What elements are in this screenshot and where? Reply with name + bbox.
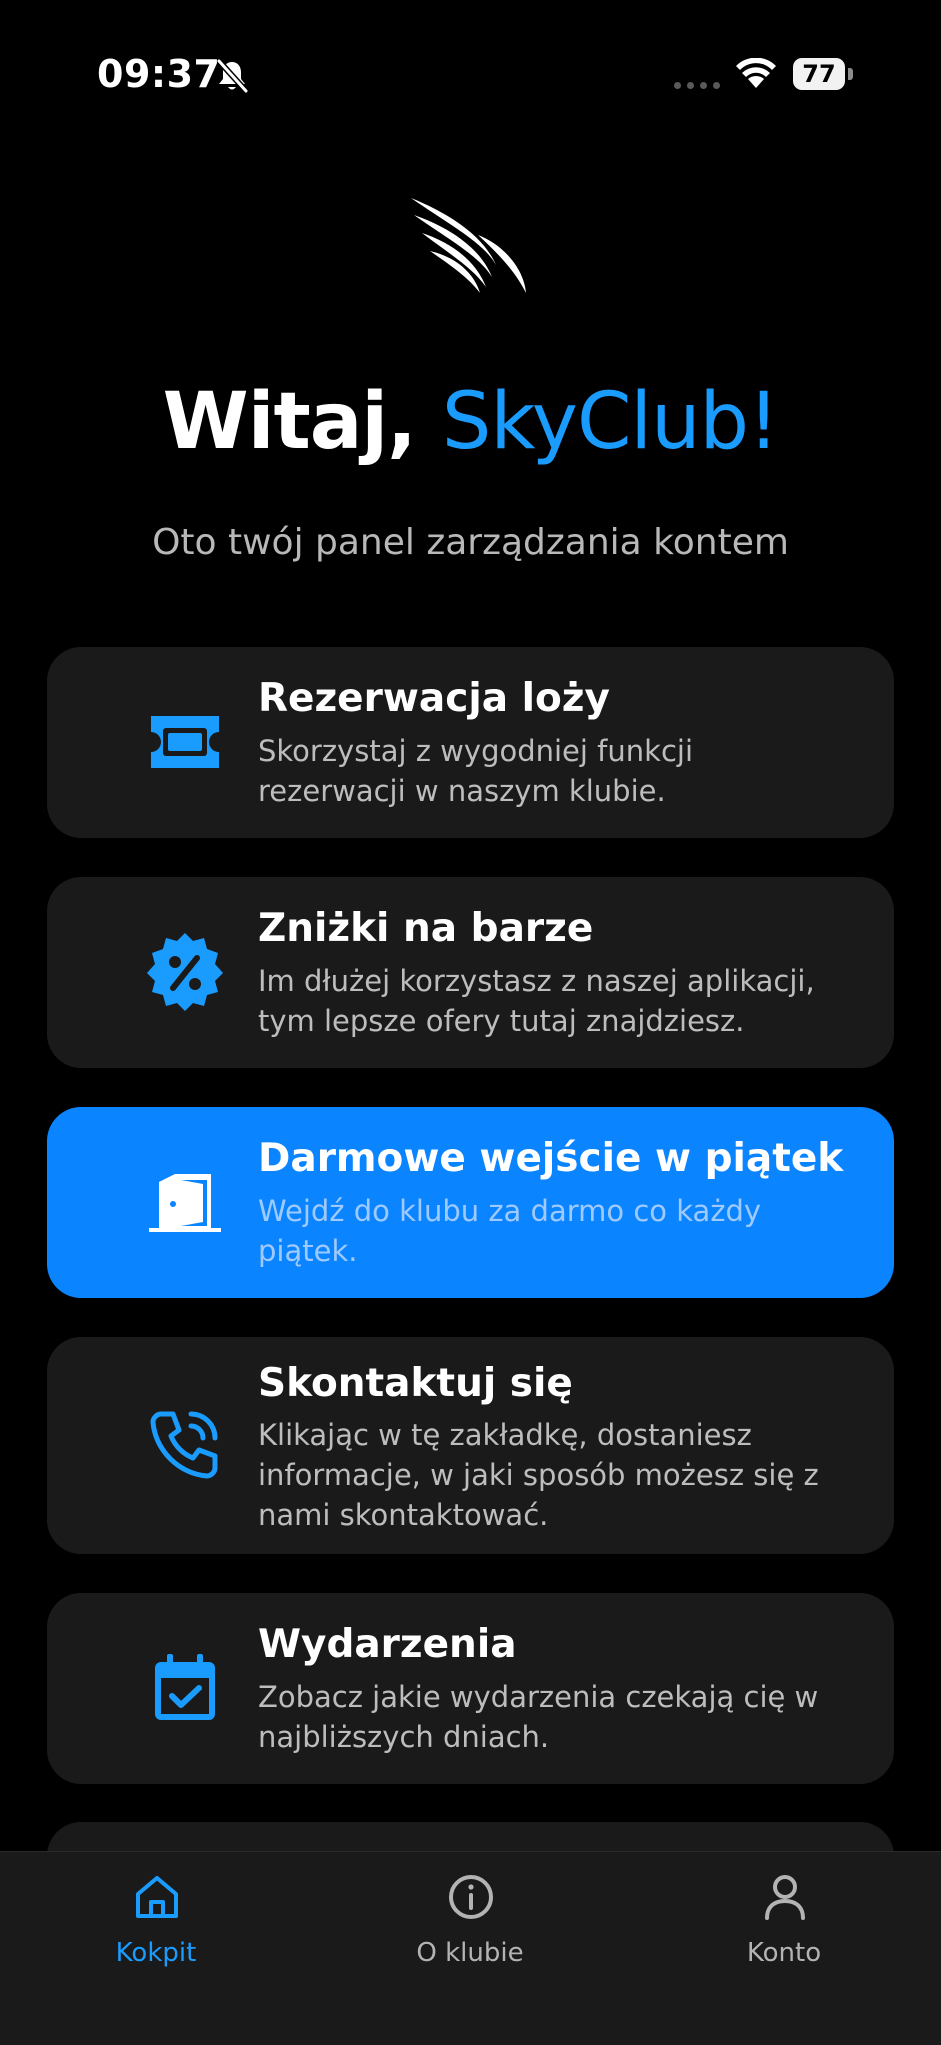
nav-label: Kokpit [115,1938,197,1968]
tab-o-klubie[interactable]: O klubie [370,1852,570,2045]
card-title: Zniżki na barze [258,906,594,951]
card-title: Wydarzenia [258,1622,517,1667]
wifi-icon [736,58,776,88]
bottom-nav: Kokpit O klubie Konto [0,1851,941,2045]
card-title: Skontaktuj się [258,1361,573,1406]
card-box-reservation[interactable]: Rezerwacja loży Skorzystaj z wygodniej f… [47,647,894,838]
card-description: Im dłużej korzystasz z naszej aplikacji,… [258,964,815,1038]
nav-label: O klubie [416,1938,524,1968]
discount-badge-icon [147,933,223,1011]
status-time: 09:37 [97,52,221,96]
calendar-check-icon [155,1654,215,1720]
card-title: Rezerwacja loży [258,676,610,721]
card-bar-discounts[interactable]: Zniżki na barze Im dłużej korzystasz z n… [47,877,894,1068]
card-description: Zobacz jakie wydarzenia czekają cię w na… [258,1680,819,1754]
card-title: Darmowe wejście w piątek [258,1136,844,1181]
card-description: Skorzystaj z wygodniej funkcji rezerwacj… [258,734,693,808]
page-subtitle: Oto twój panel zarządzania kontem [152,522,789,563]
greeting-prefix: Witaj, [162,377,442,467]
door-icon [149,1174,221,1232]
cellular-signal-icon [674,82,720,89]
greeting-brand: SkyClub! [441,377,779,467]
home-icon [136,1876,178,1918]
status-bar: 09:37 77 [0,0,941,150]
tab-kokpit[interactable]: Kokpit [56,1852,256,2045]
user-icon [765,1875,805,1920]
bell-off-icon [216,58,249,94]
wings-logo-icon [411,198,526,293]
card-description: Wejdź do klubu za darmo co każdy piątek. [258,1194,762,1268]
card-free-entry-friday[interactable]: Darmowe wejście w piątek Wejdź do klubu … [47,1107,894,1298]
info-icon [449,1875,493,1919]
battery-indicator: 77 [793,58,845,90]
card-contact[interactable]: Skontaktuj się Klikając w tę zakładkę, d… [47,1337,894,1554]
app-screen: 09:37 77 Witaj, SkyClub! Oto twój panel … [0,0,941,2045]
page-title: Witaj, SkyClub! [0,372,941,472]
battery-tip [848,68,853,80]
phone-call-icon [150,1411,218,1479]
nav-label: Konto [746,1938,822,1968]
card-description: Klikając w tę zakładkę, dostaniesz infor… [258,1418,819,1532]
tab-konto[interactable]: Konto [684,1852,884,2045]
card-events[interactable]: Wydarzenia Zobacz jakie wydarzenia czeka… [47,1593,894,1784]
ticket-icon [151,716,219,768]
